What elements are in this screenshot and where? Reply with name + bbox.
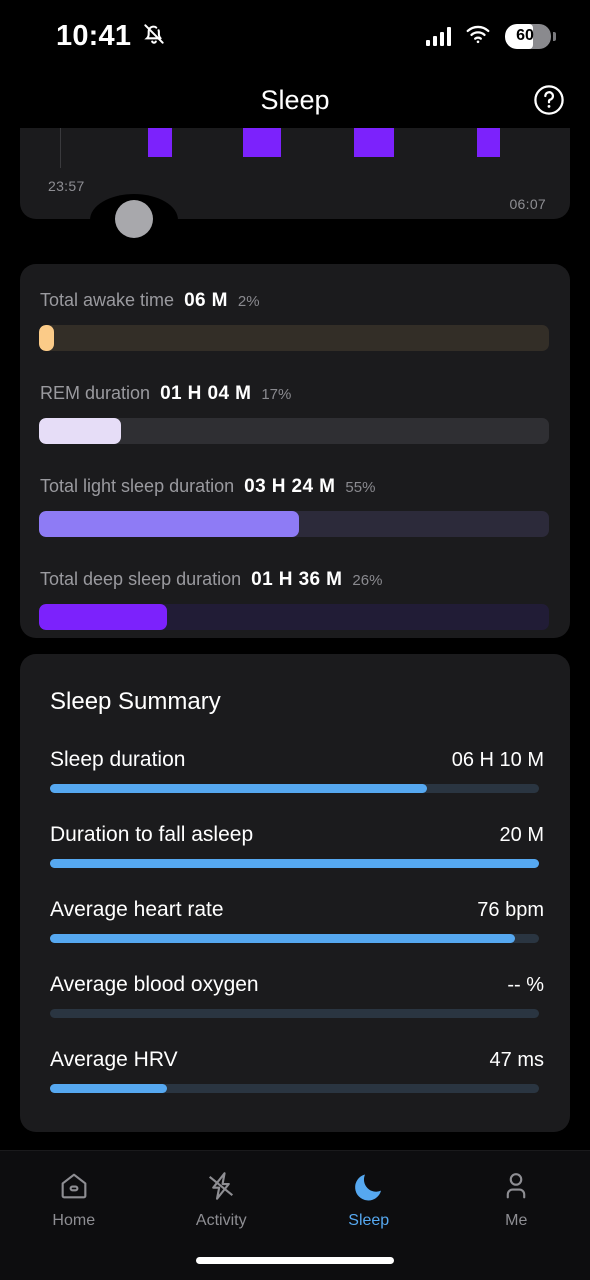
tab-activity[interactable]: Activity <box>148 1169 296 1230</box>
cellular-signal-icon <box>426 26 451 46</box>
tab-sleep[interactable]: Sleep <box>295 1169 443 1230</box>
chart-end-time: 06:07 <box>509 196 546 212</box>
moon-icon <box>352 1169 386 1203</box>
sleep-summary-card: Sleep Summary Sleep duration 06 H 10 M D… <box>20 654 570 1132</box>
stage-header: Total light sleep duration 03 H 24 M 55% <box>39 476 551 498</box>
status-bar: 10:41 60 <box>0 0 590 72</box>
stage-row: Total awake time 06 M 2% <box>39 290 551 351</box>
stage-row: Total deep sleep duration 01 H 36 M 26% <box>39 569 551 630</box>
summary-value: 76 bpm <box>477 899 544 921</box>
summary-progress-track <box>50 934 539 943</box>
summary-label: Average blood oxygen <box>50 973 259 996</box>
summary-header: Average blood oxygen -- % <box>50 973 544 997</box>
deep-sleep-segment <box>477 128 500 157</box>
stage-progress-track <box>39 604 549 630</box>
deep-sleep-segment <box>354 128 394 157</box>
stage-label: Total deep sleep duration <box>40 569 242 589</box>
status-bar-clock: 10:41 <box>56 19 132 52</box>
tab-label: Home <box>52 1212 96 1229</box>
summary-row: Average blood oxygen -- % <box>50 973 544 1018</box>
summary-value: -- % <box>507 974 544 996</box>
summary-row: Average HRV 47 ms <box>50 1048 544 1093</box>
drag-handle-icon[interactable] <box>115 200 153 238</box>
chart-gridline <box>60 128 61 168</box>
summary-row: Sleep duration 06 H 10 M <box>50 748 544 793</box>
stage-percent: 55% <box>345 479 376 496</box>
lightning-icon <box>204 1169 238 1203</box>
summary-progress-track <box>50 1084 539 1093</box>
help-circle-icon[interactable] <box>532 83 566 117</box>
status-bar-left: 10:41 <box>56 20 167 53</box>
stage-value: 06 M <box>184 290 228 311</box>
navigation-bar: Sleep <box>0 72 590 128</box>
stage-progress-track <box>39 418 549 444</box>
stage-header: Total deep sleep duration 01 H 36 M 26% <box>39 569 551 591</box>
summary-progress-fill <box>50 1084 168 1093</box>
status-bar-right: 60 <box>426 23 556 49</box>
sleep-summary-title: Sleep Summary <box>50 688 221 715</box>
summary-progress-track <box>50 1009 539 1018</box>
bottom-tab-bar: Home Activity Sleep Me <box>0 1150 590 1280</box>
summary-value: 20 M <box>499 824 544 846</box>
stage-label: Total light sleep duration <box>40 476 235 496</box>
summary-progress-fill <box>50 934 515 943</box>
summary-progress-track <box>50 859 539 868</box>
summary-header: Average HRV 47 ms <box>50 1048 544 1072</box>
stage-value: 01 H 04 M <box>160 383 252 404</box>
summary-progress-fill <box>50 859 539 868</box>
stage-label: Total awake time <box>40 290 175 310</box>
stage-progress-fill <box>39 418 121 444</box>
summary-row: Average heart rate 76 bpm <box>50 898 544 943</box>
summary-row: Duration to fall asleep 20 M <box>50 823 544 868</box>
stage-percent: 2% <box>237 293 260 310</box>
summary-progress-track <box>50 784 539 793</box>
stage-value: 01 H 36 M <box>251 569 343 590</box>
stage-progress-fill <box>39 511 300 537</box>
sleep-stage-plot <box>20 128 570 174</box>
stage-header: Total awake time 06 M 2% <box>39 290 551 312</box>
tab-home[interactable]: Home <box>0 1169 148 1230</box>
home-icon <box>57 1169 91 1203</box>
stage-progress-track <box>39 325 549 351</box>
stage-progress-fill <box>39 604 167 630</box>
chart-start-time: 23:57 <box>48 178 85 194</box>
tab-me[interactable]: Me <box>443 1169 590 1230</box>
tab-label: Me <box>505 1212 528 1229</box>
stage-header: REM duration 01 H 04 M 17% <box>39 383 551 405</box>
summary-header: Duration to fall asleep 20 M <box>50 823 544 847</box>
stage-row: Total light sleep duration 03 H 24 M 55% <box>39 476 551 537</box>
stage-value: 03 H 24 M <box>244 476 336 497</box>
wifi-icon <box>465 24 491 49</box>
summary-header: Average heart rate 76 bpm <box>50 898 544 922</box>
tab-label: Sleep <box>348 1212 390 1229</box>
stage-progress-track <box>39 511 549 537</box>
summary-progress-fill <box>50 784 427 793</box>
summary-label: Sleep duration <box>50 748 186 771</box>
deep-sleep-segment <box>148 128 172 157</box>
sleep-stage-chart-card[interactable]: 23:57 06:07 <box>20 128 570 238</box>
bell-muted-icon <box>141 21 167 52</box>
stage-percent: 17% <box>261 386 292 403</box>
summary-value: 06 H 10 M <box>451 749 544 771</box>
stage-row: REM duration 01 H 04 M 17% <box>39 383 551 444</box>
battery-tip <box>553 31 556 41</box>
stage-progress-fill <box>39 325 55 351</box>
summary-header: Sleep duration 06 H 10 M <box>50 748 544 772</box>
battery-indicator: 60 <box>505 23 556 49</box>
summary-value: 47 ms <box>489 1049 544 1071</box>
stage-percent: 26% <box>352 572 383 589</box>
sleep-stage-stats-card: Total awake time 06 M 2% REM duration 01… <box>20 264 570 638</box>
summary-label: Duration to fall asleep <box>50 823 254 846</box>
person-icon <box>499 1169 533 1203</box>
summary-label: Average heart rate <box>50 898 224 921</box>
battery-body: 60 <box>505 23 551 49</box>
page-title: Sleep <box>260 84 330 115</box>
tab-label: Activity <box>195 1212 247 1229</box>
stage-label: REM duration <box>40 383 151 403</box>
summary-label: Average HRV <box>50 1048 178 1071</box>
home-indicator <box>196 1257 394 1264</box>
sleep-screen: 10:41 60 Sleep 23:57 06:07 Total awake t… <box>0 0 590 1280</box>
battery-percent-label: 60 <box>516 27 534 44</box>
deep-sleep-segment <box>243 128 281 157</box>
